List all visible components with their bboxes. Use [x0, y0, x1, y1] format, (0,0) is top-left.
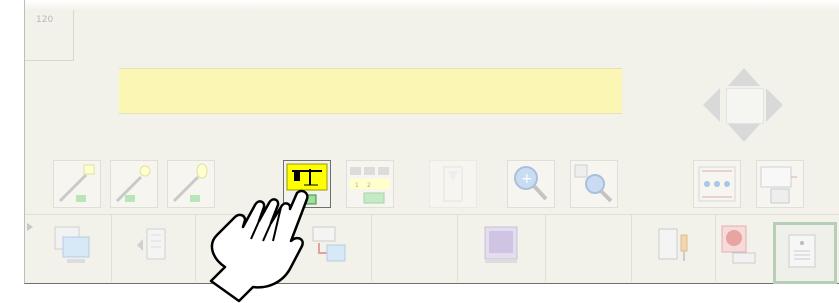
draw-line-square-icon — [58, 164, 95, 203]
strip-separator — [111, 214, 112, 282]
stop-device-button[interactable] — [719, 223, 759, 267]
program-panel: 120 1 2 + — [24, 0, 839, 284]
strip-separator — [631, 214, 632, 282]
top-fade — [25, 0, 839, 10]
arrow-left-button[interactable] — [703, 88, 720, 122]
strip-separator — [715, 214, 716, 282]
hourglass-icon — [443, 166, 463, 202]
step-counter-value: 120 — [36, 15, 54, 25]
network-nodes-icon — [698, 166, 736, 202]
nav-center — [726, 88, 764, 124]
navigation-pad — [686, 68, 800, 148]
zoom-in-tool[interactable]: + — [507, 160, 555, 208]
zoom-out-tool[interactable] — [570, 160, 618, 208]
arrow-right-button[interactable] — [766, 88, 783, 122]
zoom-out-icon — [574, 164, 613, 203]
bottom-strip-divider — [25, 214, 839, 215]
screen-preview-button[interactable] — [481, 223, 521, 267]
stop-device-icon — [721, 225, 756, 264]
arrow-down-button[interactable] — [728, 124, 760, 142]
hand-pointer-icon — [209, 189, 309, 303]
io-device-button[interactable] — [655, 223, 695, 267]
back-program-button[interactable] — [133, 223, 173, 267]
counter-divider — [55, 60, 73, 61]
monitor-program-button[interactable] — [51, 223, 91, 267]
svg-text:+: + — [521, 171, 533, 187]
draw-line-square-tool[interactable] — [53, 160, 101, 208]
disabled-tool — [429, 160, 477, 208]
window-layout-icon — [760, 166, 797, 204]
monitor-program-icon — [54, 226, 90, 263]
window-layout-tool[interactable] — [756, 160, 804, 208]
ladder-columns-icon: 1 2 — [350, 167, 390, 204]
step-counter: 120 — [25, 10, 74, 61]
ladder-col-1: 1 — [355, 182, 359, 189]
strip-separator — [545, 214, 546, 282]
network-nodes-tool[interactable] — [693, 160, 741, 208]
ladder-col-2: 2 — [367, 182, 371, 189]
play-icon — [27, 223, 33, 231]
draw-line-circle-icon — [115, 165, 151, 203]
zoom-in-icon: + — [514, 166, 548, 201]
ladder-columns-tool[interactable]: 1 2 — [346, 160, 394, 208]
screen-preview-icon — [484, 226, 518, 263]
arrow-up-button[interactable] — [728, 68, 760, 86]
message-bar — [119, 68, 622, 114]
back-program-icon — [137, 228, 166, 260]
strip-separator — [457, 214, 458, 282]
panel-icon — [788, 234, 816, 268]
draw-line-circle-tool[interactable] — [110, 160, 158, 208]
strip-separator — [195, 214, 196, 282]
io-device-icon — [658, 228, 688, 261]
panel-button[interactable] — [773, 222, 837, 284]
strip-separator — [371, 214, 372, 282]
